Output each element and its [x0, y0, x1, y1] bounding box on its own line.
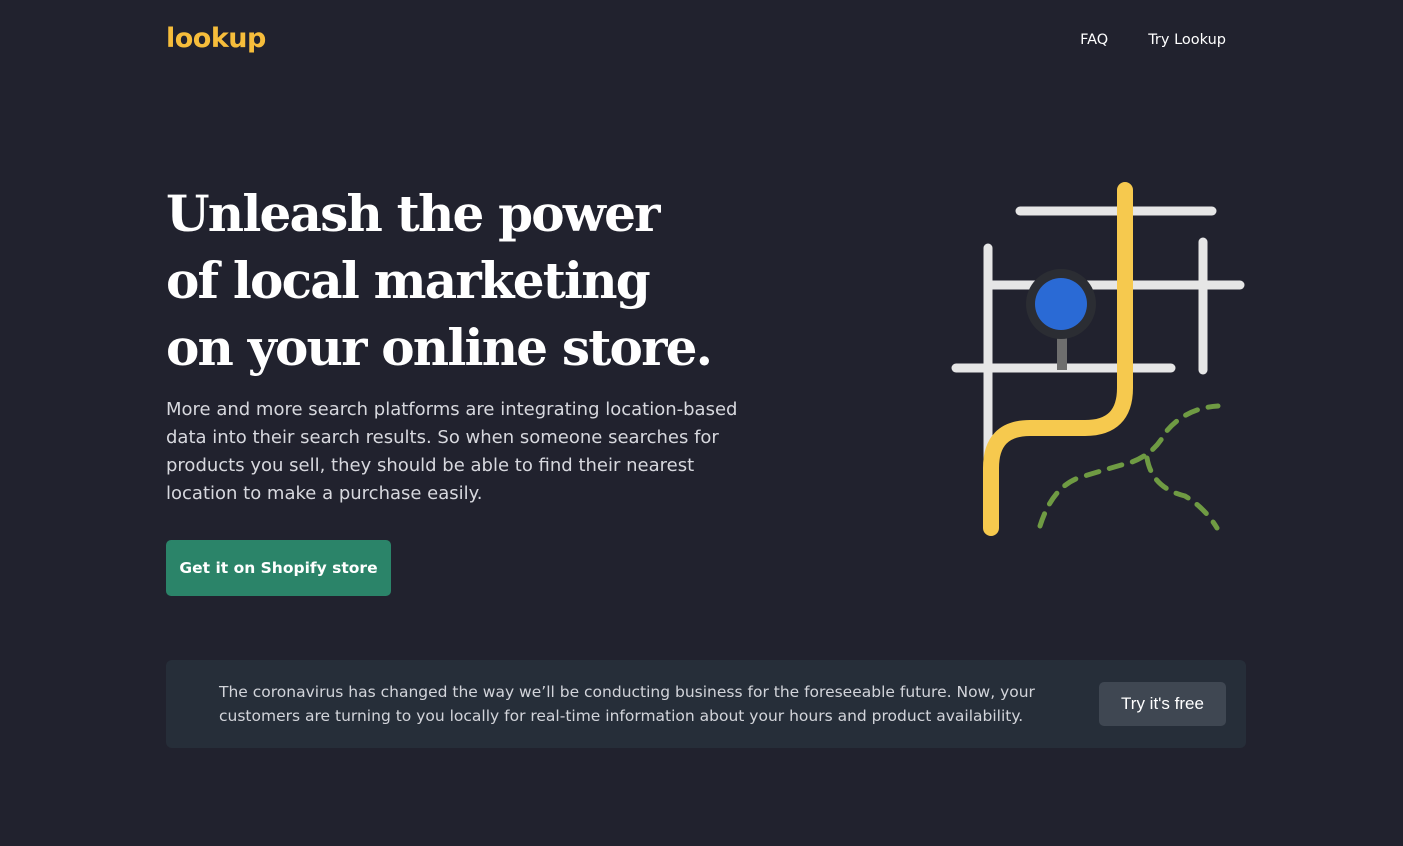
map-pin	[1026, 269, 1096, 370]
logo[interactable]: lookup	[166, 22, 266, 56]
headline-line: Unleash the power	[166, 184, 660, 243]
banner-text: The coronavirus has changed the way we’l…	[219, 683, 1035, 725]
hero-headline: Unleash the power of local marketing on …	[166, 180, 713, 381]
headline-line: of local marketing	[166, 251, 651, 310]
shopify-store-button[interactable]: Get it on Shopify store	[166, 540, 391, 596]
trail-path	[1144, 455, 1220, 531]
pin-head	[1035, 278, 1087, 330]
top-nav: FAQ Try Lookup	[1080, 30, 1226, 50]
hero-description: More and more search platforms are integ…	[166, 399, 738, 504]
map-route-illustration-icon	[951, 182, 1245, 536]
nav-link-try-lookup[interactable]: Try Lookup	[1148, 30, 1226, 50]
nav-link-faq[interactable]: FAQ	[1080, 30, 1108, 50]
headline-line: on your online store.	[166, 318, 713, 377]
covid-banner: The coronavirus has changed the way we’l…	[166, 660, 1246, 748]
try-free-button[interactable]: Try it's free	[1099, 682, 1226, 726]
